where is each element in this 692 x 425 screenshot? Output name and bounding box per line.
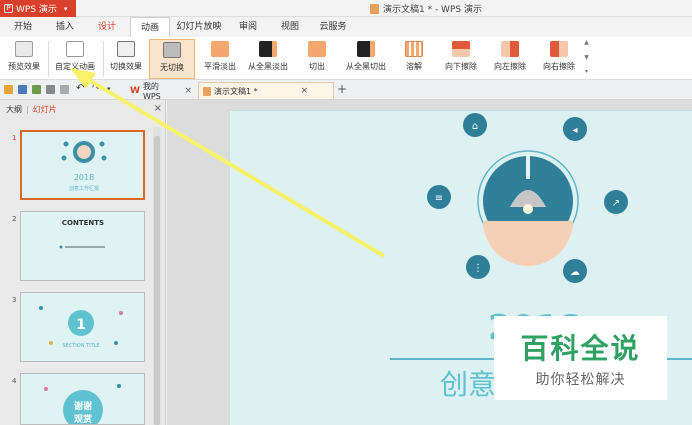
- custom-animation-icon: [66, 41, 84, 57]
- slide-title: 创意: [440, 368, 496, 401]
- window-title: 演示文稿1 * - WPS 演示: [370, 2, 482, 15]
- wipe-left-icon: [501, 41, 519, 57]
- save-icon[interactable]: [18, 85, 27, 94]
- transition-icon: [117, 41, 135, 57]
- fade-black-icon: [259, 41, 277, 57]
- redo-icon[interactable]: ↷: [92, 83, 101, 94]
- cut-from-black-button[interactable]: 从全黑切出: [342, 39, 390, 79]
- watermark-title: 百科全说: [520, 332, 641, 365]
- thumb-caption: SECTION TITLE: [62, 343, 99, 349]
- transition-effect-button[interactable]: 切换效果: [106, 39, 146, 79]
- tab-my-wps[interactable]: W 我的WPS ×: [126, 82, 196, 101]
- slide-number: 3: [12, 296, 17, 304]
- menu-bar: 开始 插入 设计 动画 幻灯片放映 审阅 视图 云服务: [0, 17, 692, 37]
- svg-text:⌂: ⌂: [472, 121, 478, 132]
- smooth-fade-button[interactable]: 平滑淡出: [200, 39, 240, 79]
- preview-icon: [15, 41, 33, 57]
- wipe-left-button[interactable]: 向左擦除: [490, 39, 530, 79]
- customize-toolbar-icon[interactable]: ▾: [107, 85, 116, 94]
- ribbon-divider: [103, 41, 104, 77]
- tab-view[interactable]: 视图: [275, 17, 305, 37]
- preview-effect-button[interactable]: 预览效果: [4, 39, 44, 79]
- thumb-big-number: 1: [76, 317, 86, 333]
- close-icon[interactable]: ×: [184, 86, 192, 96]
- chevron-down-icon: ▾: [63, 4, 68, 13]
- wipe-right-icon: [550, 41, 568, 57]
- panel-header: 大纲 | 幻灯片 ×: [6, 103, 162, 115]
- ribbon-gallery-scroller[interactable]: ▲ ▼ ▾: [582, 39, 591, 75]
- app-name: WPS 演示: [16, 5, 57, 15]
- undo-icon[interactable]: ↶: [76, 83, 85, 94]
- slide-number: 4: [12, 377, 17, 385]
- no-transition-icon: [163, 42, 181, 58]
- site-watermark: 百科全说 助你轻松解决: [494, 316, 667, 400]
- export-icon[interactable]: [32, 85, 41, 94]
- slide-thumbnail-4[interactable]: 谢谢 观赏: [20, 373, 145, 425]
- document-icon: [370, 3, 379, 14]
- wps-logo-icon: P: [4, 4, 13, 13]
- svg-text:≡: ≡: [435, 193, 443, 204]
- cut-black-icon: [357, 41, 375, 57]
- svg-text:⋮: ⋮: [473, 263, 483, 274]
- slides-tab[interactable]: 幻灯片: [33, 104, 57, 115]
- tab-cloud[interactable]: 云服务: [315, 17, 351, 37]
- close-icon[interactable]: ×: [301, 86, 309, 96]
- slide-thumbnail-3[interactable]: 1 SECTION TITLE: [20, 292, 145, 362]
- thumbnail-art: CONTENTS: [59, 219, 105, 249]
- no-transition-button[interactable]: 无切换: [149, 39, 195, 79]
- outline-tab[interactable]: 大纲: [6, 104, 22, 115]
- thumbnail-art: 2018 创意工作汇报: [61, 141, 107, 192]
- ribbon-divider: [48, 41, 49, 77]
- svg-text:↗: ↗: [612, 198, 620, 209]
- expand-gallery-icon[interactable]: ▾: [585, 68, 588, 75]
- slide-number: 2: [12, 215, 17, 223]
- thumb-title: CONTENTS: [62, 219, 104, 227]
- slide-number: 1: [12, 134, 17, 142]
- dissolve-icon: [405, 41, 423, 57]
- thumb-year: 2018: [74, 173, 94, 182]
- wipe-down-button[interactable]: 向下擦除: [441, 39, 481, 79]
- wipe-down-icon: [452, 41, 470, 57]
- presentation-file-icon: [203, 86, 211, 96]
- watermark-subtitle: 助你轻松解决: [535, 372, 626, 388]
- chevron-down-icon[interactable]: ▼: [584, 54, 589, 61]
- tab-insert[interactable]: 插入: [50, 17, 80, 37]
- dissolve-button[interactable]: 溶解: [398, 39, 430, 79]
- thumb-thanks-1: 谢谢: [74, 400, 92, 412]
- fade-icon: [211, 41, 229, 57]
- tab-document[interactable]: 演示文稿1 * ×: [198, 82, 334, 99]
- chevron-up-icon[interactable]: ▲: [584, 39, 589, 46]
- print-preview-icon[interactable]: [60, 85, 69, 94]
- tab-review[interactable]: 审阅: [233, 17, 263, 37]
- svg-text:◂: ◂: [572, 125, 577, 136]
- tab-slideshow[interactable]: 幻灯片放映: [174, 17, 224, 37]
- tab-design[interactable]: 设计: [92, 17, 122, 37]
- wipe-right-button[interactable]: 向右擦除: [538, 39, 580, 79]
- custom-animation-button[interactable]: 自定义动画: [52, 39, 98, 79]
- fade-from-black-button[interactable]: 从全黑淡出: [244, 39, 292, 79]
- slide-thumbnail-1[interactable]: 2018 创意工作汇报: [20, 130, 145, 200]
- open-folder-icon[interactable]: [4, 85, 13, 94]
- thumb-subtitle: 创意工作汇报: [69, 185, 99, 192]
- thumbnail-art: 谢谢 观赏: [44, 384, 121, 425]
- slide-thumbnail-2[interactable]: CONTENTS: [20, 211, 145, 281]
- wps-w-icon: W: [130, 85, 140, 96]
- print-icon[interactable]: [46, 85, 55, 94]
- close-icon[interactable]: ×: [154, 103, 162, 114]
- thumb-thanks-2: 观赏: [74, 413, 92, 425]
- svg-text:☁: ☁: [570, 267, 580, 278]
- panel-scrollbar-thumb[interactable]: [154, 136, 160, 425]
- tab-animation[interactable]: 动画: [130, 17, 170, 37]
- window-title-text: 演示文稿1 * - WPS 演示: [383, 5, 482, 15]
- tab-home[interactable]: 开始: [8, 17, 38, 37]
- title-bar: P WPS 演示 ▾ 演示文稿1 * - WPS 演示: [0, 0, 692, 17]
- wps-app-menu-button[interactable]: P WPS 演示 ▾: [0, 0, 76, 17]
- cut-icon: [308, 41, 326, 57]
- cut-button[interactable]: 切出: [300, 39, 334, 79]
- new-tab-icon[interactable]: +: [337, 82, 347, 96]
- thumbnail-art: 1 SECTION TITLE: [39, 306, 123, 349]
